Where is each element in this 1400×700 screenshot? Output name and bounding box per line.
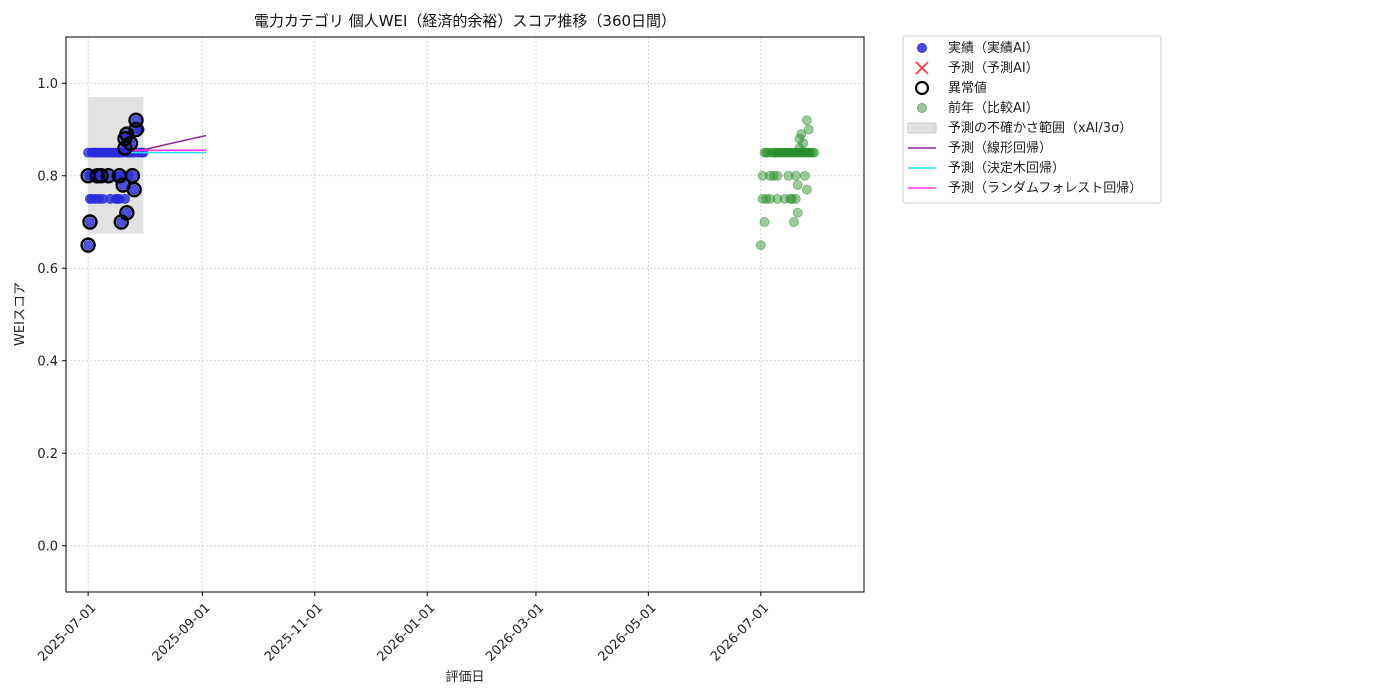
y-tick-label-4: 0.8 [37,169,58,184]
last-year-point-3 [759,217,770,227]
legend-label-actual: 実績（実績AI） [948,40,1039,56]
x-tick-label-2: 2025-11-01 [262,601,326,665]
legend-label-anomaly: 異常値 [948,80,987,96]
last-year-point-46 [801,184,812,195]
legend-marker-actual [917,43,927,53]
last-year-point-44 [800,170,810,181]
actual-point-3 [85,217,95,227]
last-year-point-29 [789,217,799,227]
last-year-point-48 [801,115,812,126]
x-axis-label: 評価日 [445,670,484,685]
legend-label-tree: 予測（決定木回帰） [948,160,1065,176]
y-tick-label-2: 0.4 [37,354,58,369]
actual-point-52 [127,170,138,181]
y-tick-label-1: 0.2 [37,447,58,462]
last-year-point-42 [798,138,809,149]
plot-data [80,97,820,253]
last-year-point-49 [803,124,814,135]
last-year-point-36 [792,207,803,218]
legend-marker-last-year [917,103,927,113]
legend-label-forest: 予測（ランダムフォレスト回帰） [948,180,1142,196]
x-tick-label-4: 2026-03-01 [483,601,547,665]
x-tick-label-0: 2025-07-01 [35,601,99,665]
grid-lines [66,37,864,592]
legend-label-last-year: 前年（比較AI） [948,100,1039,116]
legend-marker-uncertainty [907,122,937,134]
x-tick-label-1: 2025-09-01 [150,601,214,665]
legend: 実績（実績AI） 予測（予測AI） 異常値 前年（比較AI） 予測の不確かさ範囲… [902,35,1162,204]
plot-frame [65,36,865,593]
chart: 電力カテゴリ 個人WEI（経済的余裕）スコア推移（360日間） 2025-07-… [13,12,1162,685]
y-tick-label-0: 0.0 [37,539,58,554]
x-tick-label-5: 2026-05-01 [596,601,660,665]
y-axis-label: WEIスコア [13,282,28,346]
x-tick-label-3: 2026-01-01 [374,601,438,665]
chart-title: 電力カテゴリ 個人WEI（経済的余裕）スコア推移（360日間） [254,12,676,30]
last-year-point-31 [790,170,801,181]
legend-label-predicted: 予測（予測AI） [948,61,1039,76]
axis-ticks: 2025-07-01 2025-09-01 2025-11-01 2026-01-01… [35,77,772,665]
y-tick-label-5: 1.0 [37,77,58,92]
actual-point-54 [129,184,140,195]
last-year-point-53 [809,147,820,158]
last-year-point-32 [790,193,801,204]
last-year-point-34 [792,180,803,190]
legend-label-linear: 予測（線形回帰） [948,140,1052,156]
actual-point-0 [83,240,94,251]
actual-point-42 [120,193,130,204]
legend-label-uncertainty: 予測の不確かさ範囲（xAI/3σ） [948,120,1132,136]
y-tick-label-3: 0.6 [37,262,58,277]
last-year-point-0 [755,240,766,251]
x-tick-label-6: 2026-07-01 [708,601,772,665]
last-year-point-15 [772,170,783,181]
